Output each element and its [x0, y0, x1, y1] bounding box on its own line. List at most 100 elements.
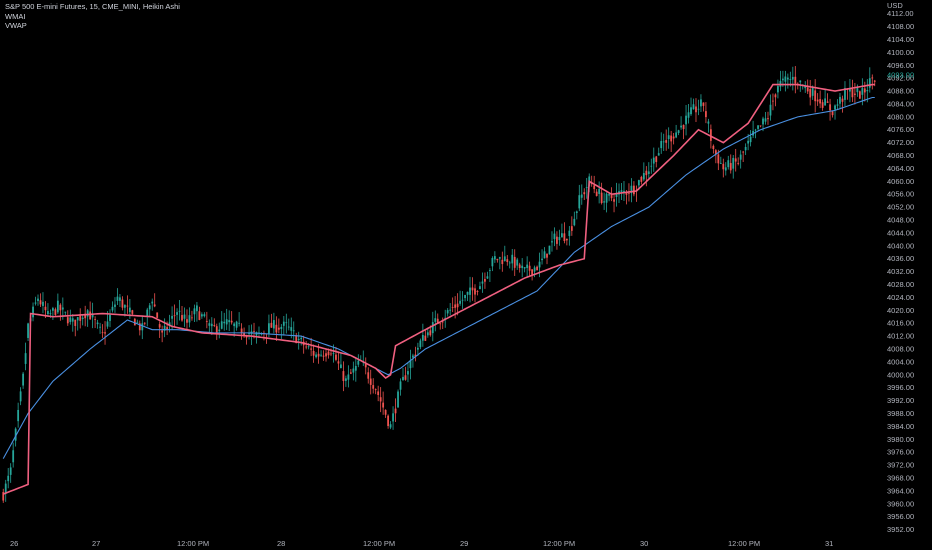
candle-body — [575, 211, 578, 214]
candle-body — [565, 238, 568, 241]
candle-body — [727, 160, 730, 168]
candle-body — [769, 104, 772, 116]
currency-label: USD — [887, 1, 903, 10]
candle-body — [513, 256, 516, 268]
candle-body — [791, 76, 794, 80]
candle-body — [784, 76, 787, 82]
price-axis[interactable]: 3952.00 3956.00 3960.00 3964.00 3968.00 3972.… — [887, 9, 914, 534]
price-tick-label: 4012.00 — [887, 332, 914, 341]
candle-body — [501, 259, 504, 265]
candle-body — [384, 409, 387, 415]
candle-body — [22, 373, 25, 386]
price-tick-label: 4104.00 — [887, 35, 914, 44]
candle-body — [757, 125, 759, 129]
candle-body — [76, 317, 79, 321]
candle-body — [811, 87, 814, 96]
current-price-label: 4093.00 — [887, 70, 914, 79]
candle-body — [228, 320, 231, 323]
candle-body — [754, 129, 757, 131]
candle-body — [474, 288, 476, 295]
price-tick-label: 4024.00 — [887, 293, 914, 302]
price-chart[interactable]: 3952.00 3956.00 3960.00 3964.00 3968.00 3972.… — [0, 0, 932, 550]
candle-body — [682, 125, 685, 130]
price-tick-label: 4016.00 — [887, 319, 914, 328]
time-axis[interactable]: 26 27 12:00 PM 28 12:00 PM 29 12:00 PM 30 12:00 … — [10, 539, 833, 548]
candle-body — [285, 322, 288, 324]
candle-body — [824, 98, 826, 106]
legend-wmai[interactable]: WMAI — [5, 12, 180, 22]
candle-body — [697, 108, 700, 110]
candle-body — [205, 321, 208, 322]
price-tick-label: 4056.00 — [887, 190, 914, 199]
candle-body — [270, 322, 273, 328]
candle-body — [178, 310, 181, 312]
candle-body — [737, 162, 740, 164]
price-tick-label: 4072.00 — [887, 138, 914, 147]
candle-body — [637, 180, 640, 186]
price-tick-label: 4068.00 — [887, 151, 914, 160]
candle-body — [834, 105, 836, 110]
candle-body — [705, 111, 707, 118]
candle-body — [176, 312, 178, 315]
price-tick-label: 4112.00 — [887, 9, 914, 18]
candle-body — [655, 156, 658, 162]
candle-body — [573, 218, 576, 226]
candle-body — [191, 317, 193, 319]
candle-body — [595, 191, 598, 196]
time-tick-label: 12:00 PM — [363, 539, 395, 548]
candle-body — [119, 297, 121, 301]
candle-body — [603, 201, 606, 203]
candle-body — [744, 146, 747, 151]
candle-body — [546, 253, 548, 258]
candle-body — [633, 185, 635, 195]
candle-body — [541, 258, 543, 261]
candle-body — [290, 327, 293, 331]
candle-body — [208, 323, 211, 326]
candle-body — [171, 315, 173, 319]
candle-body — [268, 323, 270, 334]
price-tick-label: 4032.00 — [887, 267, 914, 276]
candle-body — [44, 306, 47, 311]
candle-body — [200, 314, 203, 317]
price-tick-label: 3992.00 — [887, 396, 914, 405]
candle-body — [439, 323, 442, 325]
candle-body — [484, 279, 486, 282]
candle-body — [220, 321, 223, 329]
candle-body — [446, 310, 449, 314]
candle-body — [402, 376, 404, 381]
candle-body — [506, 259, 509, 263]
candle-body — [526, 264, 529, 269]
symbol-title[interactable]: S&P 500 E-mini Futures, 15, CME_MINI, He… — [5, 2, 180, 12]
candle-body — [732, 157, 735, 169]
candle-body — [670, 135, 673, 142]
candle-body — [861, 88, 864, 95]
candle-body — [330, 353, 332, 355]
candle-body — [99, 326, 101, 328]
candle-body — [469, 287, 471, 295]
candle-body — [821, 102, 824, 108]
candle-body — [568, 230, 571, 237]
candle-body — [486, 276, 489, 279]
candle-body — [397, 391, 399, 408]
candle-body — [764, 118, 767, 122]
candle-body — [407, 371, 409, 375]
candle-body — [665, 140, 668, 143]
time-tick-label: 12:00 PM — [728, 539, 760, 548]
candle-body — [272, 320, 275, 329]
candle-body — [223, 321, 226, 324]
candle-body — [253, 330, 255, 332]
candle-body — [431, 322, 434, 334]
candle-body — [777, 86, 779, 93]
candle-body — [610, 194, 613, 199]
candle-body — [52, 308, 54, 311]
candle-body — [628, 193, 630, 194]
candle-body — [412, 355, 414, 358]
candle-body — [307, 346, 310, 348]
time-tick-label: 27 — [92, 539, 100, 548]
candle-body — [287, 326, 290, 328]
legend-vwap[interactable]: VWAP — [5, 21, 180, 31]
candle-body — [449, 309, 452, 311]
price-tick-label: 4020.00 — [887, 306, 914, 315]
candle-body — [471, 287, 474, 291]
price-tick-label: 3972.00 — [887, 461, 914, 470]
